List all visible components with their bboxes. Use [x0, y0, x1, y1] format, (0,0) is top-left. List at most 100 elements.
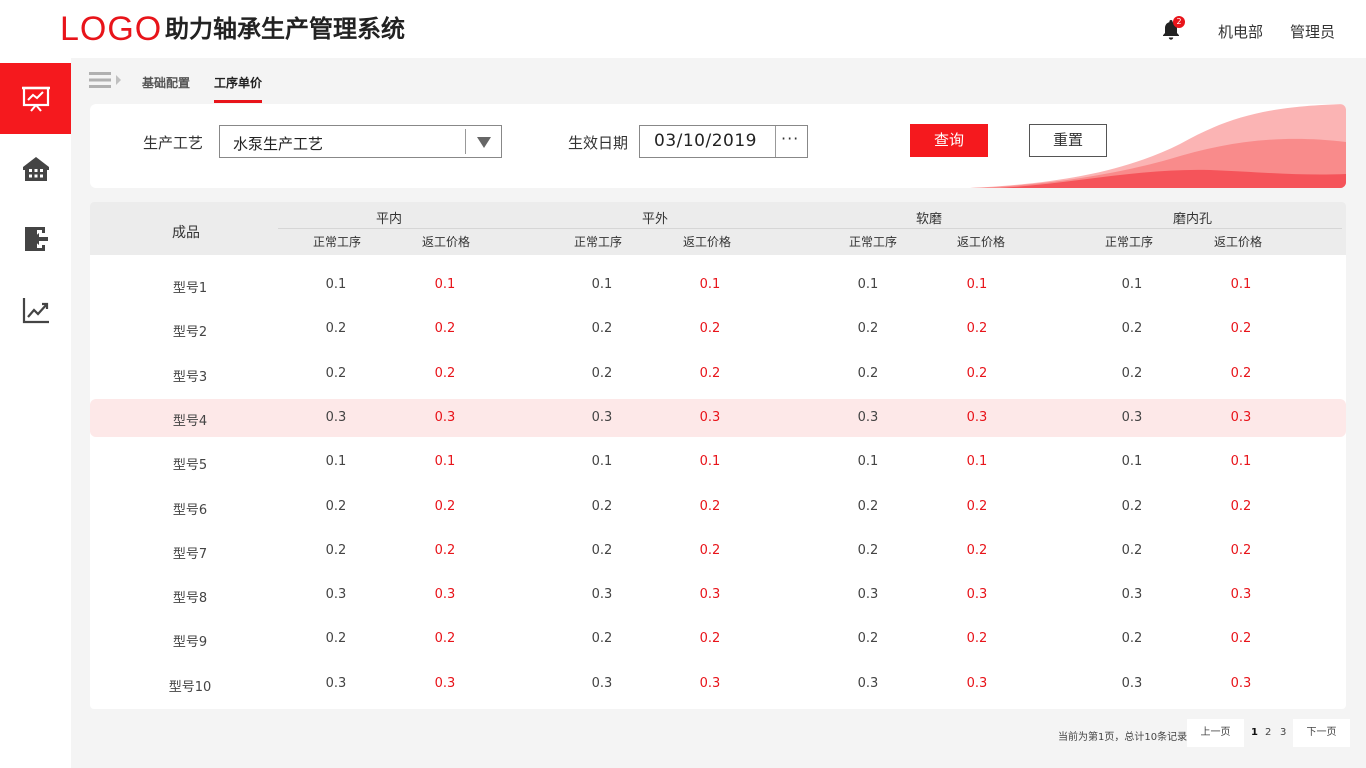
rework-price-cell: 0.2: [434, 499, 456, 514]
menu-toggle-icon[interactable]: [89, 71, 123, 89]
table-row[interactable]: 型号3 0.2 0.2 0.2 0.2 0.2 0.2 0.2 0.2: [90, 355, 1346, 393]
normal-process-cell: 0.3: [857, 676, 879, 691]
normal-process-cell: 0.2: [325, 321, 347, 336]
product-name-cell: 型号2: [172, 325, 208, 340]
rework-price-cell: 0.2: [699, 543, 721, 558]
normal-process-cell: 0.3: [591, 587, 613, 602]
prev-page-button[interactable]: 上一页: [1187, 719, 1244, 747]
rework-price-cell: 0.2: [434, 631, 456, 646]
rework-price-cell: 0.2: [434, 366, 456, 381]
rework-price-cell: 0.2: [699, 366, 721, 381]
product-name-cell: 型号5: [172, 458, 208, 473]
table-row[interactable]: 型号5 0.1 0.1 0.1 0.1 0.1 0.1 0.1 0.1: [90, 443, 1346, 481]
rework-price-cell: 0.3: [1230, 410, 1252, 425]
normal-process-cell: 0.1: [857, 277, 879, 292]
product-name-cell: 型号10: [168, 680, 212, 695]
date-label: 生效日期: [568, 134, 629, 152]
date-input[interactable]: 03/10/2019 ···: [639, 125, 808, 158]
sidebar-item-analytics[interactable]: [0, 274, 71, 345]
page-number-3[interactable]: 3: [1280, 727, 1286, 738]
normal-process-cell: 0.2: [325, 499, 347, 514]
date-picker-button[interactable]: ···: [781, 129, 799, 148]
table-row[interactable]: 型号4 0.3 0.3 0.3 0.3 0.3 0.3 0.3 0.3: [90, 399, 1346, 437]
header-group-pingwai: 平外: [642, 212, 669, 227]
subheader-rework: 返工价格: [683, 235, 732, 249]
normal-process-cell: 0.3: [1121, 587, 1143, 602]
rework-price-cell: 0.1: [434, 454, 456, 469]
normal-process-cell: 0.3: [1121, 676, 1143, 691]
sidebar-item-building[interactable]: [0, 132, 71, 203]
table-row[interactable]: 型号2 0.2 0.2 0.2 0.2 0.2 0.2 0.2 0.2: [90, 310, 1346, 348]
user-label[interactable]: 管理员: [1290, 21, 1335, 42]
rework-price-cell: 0.2: [1230, 543, 1252, 558]
line-chart-icon: [22, 297, 49, 323]
normal-process-cell: 0.1: [325, 277, 347, 292]
subheader-rework: 返工价格: [957, 235, 1006, 249]
normal-process-cell: 0.2: [857, 499, 879, 514]
normal-process-cell: 0.3: [325, 676, 347, 691]
table-header: 成品 平内 平外 软磨 磨内孔 正常工序 返工价格 正常工序 返工价格 正常工序…: [90, 202, 1346, 255]
pagination-info: 当前为第1页，总计10条记录: [1058, 732, 1188, 743]
department-label[interactable]: 机电部: [1218, 21, 1263, 42]
subheader-normal: 正常工序: [574, 235, 623, 249]
sidebar-item-dashboard[interactable]: [0, 63, 71, 134]
rework-price-cell: 0.2: [966, 499, 988, 514]
table-row[interactable]: 型号1 0.1 0.1 0.1 0.1 0.1 0.1 0.1 0.1: [90, 266, 1346, 304]
rework-price-cell: 0.2: [1230, 631, 1252, 646]
page-number-1[interactable]: 1: [1251, 727, 1258, 738]
table-row[interactable]: 型号9 0.2 0.2 0.2 0.2 0.2 0.2 0.2 0.2: [90, 620, 1346, 658]
normal-process-cell: 0.2: [591, 543, 613, 558]
header-group-ruanmo: 软磨: [916, 212, 943, 227]
sidebar-item-exit[interactable]: [0, 203, 71, 274]
normal-process-cell: 0.3: [1121, 410, 1143, 425]
normal-process-cell: 0.2: [591, 499, 613, 514]
rework-price-cell: 0.1: [966, 454, 988, 469]
header-group-moneikong: 磨内孔: [1173, 212, 1213, 227]
rework-price-cell: 0.2: [1230, 321, 1252, 336]
product-name-cell: 型号4: [172, 414, 208, 429]
exit-door-icon: [24, 226, 48, 251]
rework-price-cell: 0.1: [434, 277, 456, 292]
normal-process-cell: 0.2: [1121, 321, 1143, 336]
product-name-cell: 型号6: [172, 503, 208, 518]
building-icon: [22, 156, 49, 181]
rework-price-cell: 0.3: [966, 676, 988, 691]
breadcrumb-parent[interactable]: 基础配置: [142, 74, 190, 91]
normal-process-cell: 0.3: [325, 587, 347, 602]
notification-badge: 2: [1173, 16, 1185, 28]
dropdown-triangle-icon[interactable]: [477, 137, 491, 149]
subheader-normal: 正常工序: [313, 235, 362, 249]
process-select-value: 水泵生产工艺: [233, 135, 324, 153]
page-number-2[interactable]: 2: [1265, 727, 1271, 738]
rework-price-cell: 0.3: [1230, 587, 1252, 602]
rework-price-cell: 0.1: [699, 454, 721, 469]
breadcrumb-current[interactable]: 工序单价: [214, 74, 262, 91]
normal-process-cell: 0.3: [591, 676, 613, 691]
normal-process-cell: 0.1: [591, 454, 613, 469]
normal-process-cell: 0.2: [857, 321, 879, 336]
rework-price-cell: 0.2: [1230, 499, 1252, 514]
date-input-value: 03/10/2019: [654, 131, 757, 151]
table-row[interactable]: 型号10 0.3 0.3 0.3 0.3 0.3 0.3 0.3 0.3: [90, 665, 1346, 703]
normal-process-cell: 0.1: [1121, 454, 1143, 469]
subheader-normal: 正常工序: [849, 235, 898, 249]
next-page-button[interactable]: 下一页: [1293, 719, 1350, 747]
rework-price-cell: 0.3: [1230, 676, 1252, 691]
filter-panel: 生产工艺 水泵生产工艺 生效日期 03/10/2019 ··· 查询 重置: [90, 104, 1346, 188]
normal-process-cell: 0.2: [325, 631, 347, 646]
query-button[interactable]: 查询: [910, 124, 988, 157]
table-row[interactable]: 型号8 0.3 0.3 0.3 0.3 0.3 0.3 0.3 0.3: [90, 576, 1346, 614]
rework-price-cell: 0.3: [699, 587, 721, 602]
table-row[interactable]: 型号6 0.2 0.2 0.2 0.2 0.2 0.2 0.2 0.2: [90, 488, 1346, 526]
rework-price-cell: 0.2: [434, 321, 456, 336]
process-select[interactable]: 水泵生产工艺: [219, 125, 502, 158]
reset-button[interactable]: 重置: [1029, 124, 1107, 157]
rework-price-cell: 0.3: [434, 587, 456, 602]
product-name-cell: 型号7: [172, 547, 208, 562]
presentation-chart-icon: [21, 86, 50, 112]
rework-price-cell: 0.3: [966, 587, 988, 602]
table-row[interactable]: 型号7 0.2 0.2 0.2 0.2 0.2 0.2 0.2 0.2: [90, 532, 1346, 570]
rework-price-cell: 0.3: [699, 676, 721, 691]
rework-price-cell: 0.3: [434, 676, 456, 691]
normal-process-cell: 0.1: [1121, 277, 1143, 292]
